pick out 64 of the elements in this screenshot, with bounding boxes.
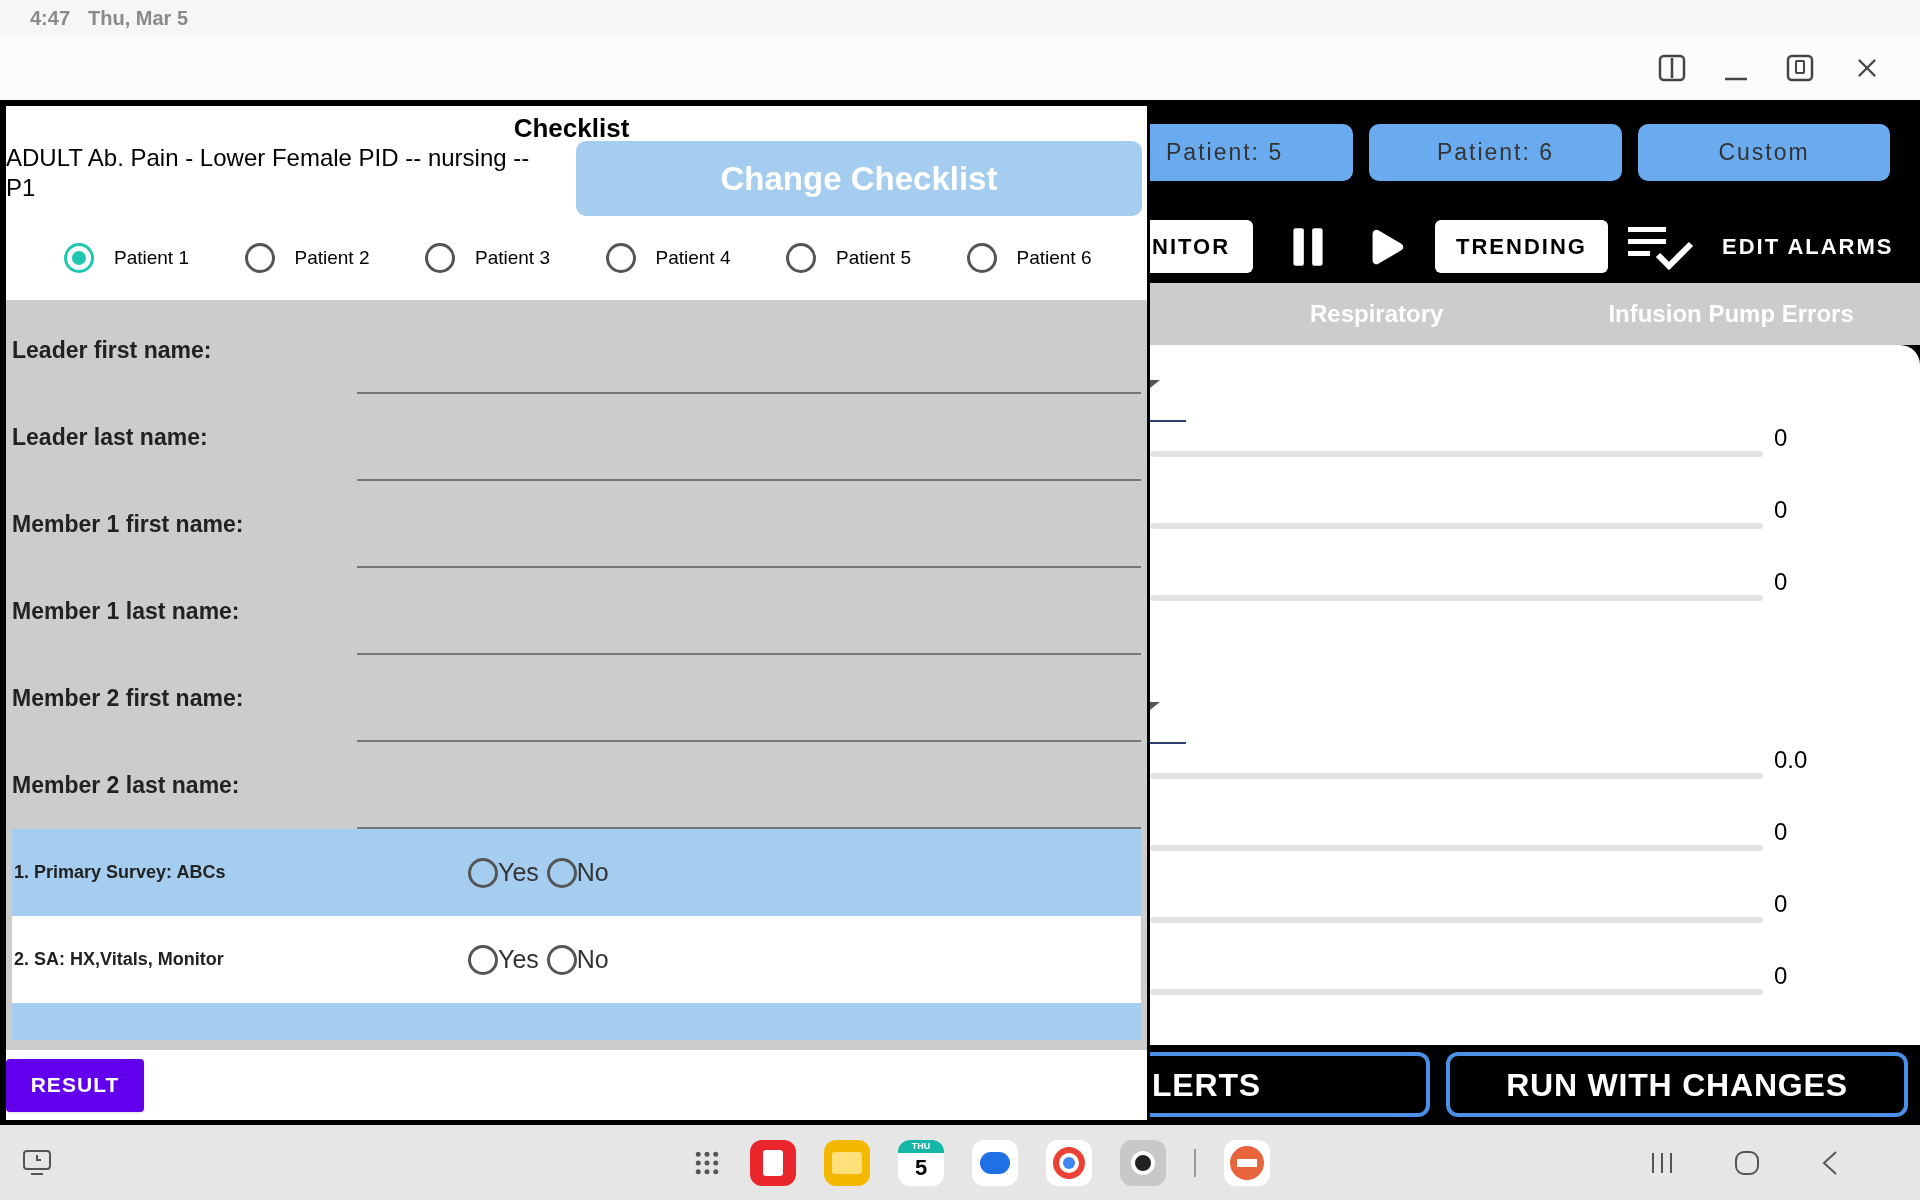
calendar-app-icon[interactable]: THU 5 [898,1139,944,1186]
series-marker [1150,742,1186,744]
run-with-changes-button[interactable]: RUN WITH CHANGES [1446,1052,1908,1117]
patient-radio[interactable] [244,243,275,273]
chat-app-icon[interactable] [972,1139,1018,1186]
restore-icon[interactable] [1786,53,1814,82]
patient-label: Patient 2 [294,245,370,270]
reading-value: 0 [1774,818,1788,846]
answer-radio[interactable] [468,857,498,888]
field-label: Member 2 last name: [12,771,240,801]
reading-value: 0.0 [1774,746,1808,774]
screen-icon[interactable] [22,1148,52,1177]
reading-value: 0 [1774,424,1788,452]
patient-label: Patient 1 [114,245,189,270]
field-label: Leader first name: [12,336,212,366]
patient-button[interactable]: Patient: 6 [1369,124,1622,181]
field-label: Leader last name: [12,423,208,453]
edit-alarms-button[interactable]: EDIT ALARMS [1722,230,1894,263]
home-icon[interactable] [1734,1149,1760,1176]
checklist-title: Checklist [513,115,630,141]
reading-value: 0 [1774,496,1788,524]
tick-icon [1150,702,1160,710]
patient-label: Patient 4 [655,245,731,270]
monitor-button[interactable]: NITOR [1150,220,1253,273]
patient-radio[interactable] [64,243,94,273]
browser-app-icon[interactable] [1046,1139,1092,1186]
field-label: Member 1 first name: [12,510,244,540]
series-marker [1150,420,1186,422]
medical-app-icon[interactable] [1224,1139,1270,1186]
checklist-name: ADULT Ab. Pain - Lower Female PID -- nursing -- P1 [6,143,531,203]
patient-label: Patient 3 [475,245,550,270]
trending-button[interactable]: TRENDING [1435,220,1608,273]
alerts-button[interactable]: LERTS [1150,1052,1430,1117]
reading-value: 0 [1774,962,1788,990]
reading-value: 0 [1774,568,1788,596]
patient-radio[interactable] [425,243,455,273]
checklist-item-label: 1. Primary Survey: ABCs [13,861,227,884]
answer-label: No [576,943,609,975]
tick-icon [1150,380,1160,388]
result-button[interactable]: RESULT [6,1058,144,1112]
status-date: Thu, Mar 5 [88,5,189,31]
split-view-icon[interactable] [1658,53,1686,82]
field-label: Member 2 first name: [12,684,244,714]
answer-label: Yes [498,943,539,975]
camera-app-icon[interactable] [1120,1139,1166,1186]
answer-label: Yes [498,856,539,888]
answer-label: No [576,856,609,888]
notes-app-icon[interactable] [750,1139,796,1186]
checklist-item-label: 2. SA: HX,Vitals, Monitor [13,948,225,971]
status-time: 4:47 [30,5,71,31]
answer-radio[interactable] [468,944,498,975]
reading-value: 0 [1774,890,1788,918]
field-label: Member 1 last name: [12,597,240,627]
patient-label: Patient 5 [836,245,911,270]
patient-radio[interactable] [605,243,636,273]
answer-radio[interactable] [546,944,577,975]
answer-radio[interactable] [546,857,577,888]
patient-label: Patient 6 [1016,245,1092,270]
patient-button[interactable]: Custom [1638,124,1890,181]
calendar-day: THU [898,1139,944,1153]
patient-radio[interactable] [966,243,997,273]
patient-radio[interactable] [786,243,816,273]
patient-button[interactable]: Patient: 5 [1150,124,1353,181]
calendar-date: 5 [914,1153,928,1182]
